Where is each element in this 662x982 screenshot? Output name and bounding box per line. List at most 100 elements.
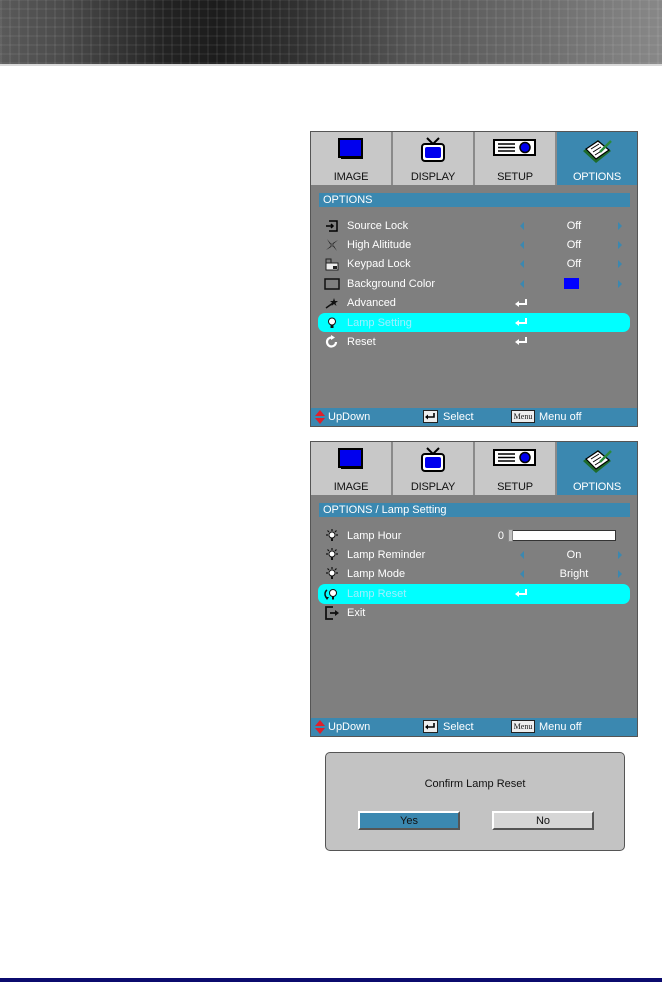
fan-icon: [324, 238, 340, 252]
menu-item-value: Off: [566, 219, 582, 232]
menu-item-label: Lamp Hour: [347, 529, 402, 542]
menu-item-high-altitude[interactable]: High Alititude Off: [318, 235, 630, 254]
menu-key-icon: Menu: [511, 410, 535, 423]
enter-icon: [514, 588, 528, 601]
menu-item-background-color[interactable]: Background Color: [318, 274, 630, 293]
tab-options[interactable]: OPTIONS: [557, 132, 637, 185]
tab-label: DISPLAY: [410, 481, 456, 493]
enter-icon: [514, 317, 528, 330]
footer-select: Select: [423, 410, 474, 423]
yes-button[interactable]: Yes: [358, 811, 460, 830]
tab-label: OPTIONS: [572, 481, 622, 493]
menu-item-keypad-lock[interactable]: Keypad Lock Off: [318, 255, 630, 274]
no-button[interactable]: No: [492, 811, 594, 830]
left-arrow-icon[interactable]: [520, 570, 524, 579]
osd-footer: UpDown Select Menu Menu off: [311, 408, 637, 426]
menu-item-label: Exit: [347, 607, 366, 620]
reset-icon: [324, 335, 340, 349]
tab-options[interactable]: OPTIONS: [557, 442, 637, 495]
tab-display[interactable]: DISPLAY: [393, 132, 475, 185]
menu-item-lamp-hour[interactable]: Lamp Hour 0: [318, 526, 630, 545]
top-banner: [0, 0, 662, 64]
menu-item-value: Off: [566, 239, 582, 252]
tab-bar: IMAGE DISPLAY SETUP OPTIONS: [311, 132, 637, 185]
banner-divider: [0, 64, 662, 66]
enter-key-icon: [423, 410, 438, 423]
breadcrumb: OPTIONS: [319, 193, 630, 207]
menu-item-value: Off: [566, 258, 582, 271]
menu-item-label: Lamp Reset: [347, 587, 407, 600]
menu-item-label: Lamp Mode: [347, 568, 406, 581]
menu-item-label: Source Lock: [347, 219, 409, 232]
notepad-pen-icon: [580, 447, 614, 480]
notepad-pen-icon: [580, 137, 614, 170]
tab-display[interactable]: DISPLAY: [393, 442, 475, 495]
background-icon: [324, 277, 340, 291]
lamp-glow-icon: [324, 528, 340, 543]
left-arrow-icon[interactable]: [520, 551, 524, 560]
tab-label: DISPLAY: [410, 171, 456, 183]
menu-item-label: Reset: [347, 336, 376, 349]
menu-item-exit[interactable]: Exit: [318, 604, 630, 623]
footer-menu-off-label: Menu off: [539, 410, 582, 423]
monitor-icon: [337, 447, 365, 476]
bottom-rule: [0, 978, 662, 982]
lamp-hour-slider[interactable]: [508, 529, 616, 542]
menu-item-lamp-setting[interactable]: Lamp Setting: [318, 312, 630, 333]
updown-arrows-icon: [315, 720, 325, 734]
menu-item-label: Advanced: [347, 297, 396, 310]
monitor-icon: [337, 137, 365, 166]
projector-icon: [493, 447, 537, 472]
menu-item-label: Keypad Lock: [347, 258, 411, 271]
footer-select-label: Select: [443, 720, 474, 733]
menu-item-label: High Alititude: [347, 239, 412, 252]
confirm-lamp-reset-dialog: Confirm Lamp Reset Yes No: [325, 752, 625, 851]
menu-item-advanced[interactable]: Advanced: [318, 294, 630, 313]
menu-item-source-lock[interactable]: Source Lock Off: [318, 216, 630, 235]
tab-label: SETUP: [497, 481, 533, 493]
right-arrow-icon[interactable]: [618, 260, 622, 269]
tab-setup[interactable]: SETUP: [475, 132, 557, 185]
menu-item-reset[interactable]: Reset: [318, 332, 630, 351]
slider-handle[interactable]: [508, 529, 513, 542]
footer-updown: UpDown: [315, 720, 370, 734]
right-arrow-icon[interactable]: [618, 279, 622, 288]
exit-icon: [324, 606, 340, 621]
lamp-hour-value: 0: [497, 529, 504, 542]
tab-label: IMAGE: [333, 481, 369, 493]
breadcrumb: OPTIONS / Lamp Setting: [319, 503, 630, 517]
right-arrow-icon[interactable]: [618, 570, 622, 579]
menu-item-value: On: [566, 549, 582, 562]
tab-image[interactable]: IMAGE: [311, 132, 393, 185]
footer-select-label: Select: [443, 410, 474, 423]
osd-menu-lamp-setting: IMAGE DISPLAY SETUP OPTIONS OPTIONS / La…: [310, 441, 638, 737]
menu-item-lamp-mode[interactable]: Lamp Mode Bright: [318, 565, 630, 584]
footer-updown-label: UpDown: [328, 721, 371, 733]
osd-menu-options: IMAGE DISPLAY SETUP OPTIONS OPTIONS Sour…: [310, 131, 638, 427]
menu-item-value: Bright: [559, 568, 589, 581]
enter-icon: [514, 336, 528, 349]
left-arrow-icon[interactable]: [520, 221, 524, 230]
menu-item-label: Lamp Reminder: [347, 549, 426, 562]
lamp-glow-icon: [324, 567, 340, 581]
tab-setup[interactable]: SETUP: [475, 442, 557, 495]
menu-item-lamp-reset[interactable]: Lamp Reset: [318, 584, 630, 604]
keypad-icon: [324, 257, 340, 271]
left-arrow-icon[interactable]: [520, 241, 524, 250]
right-arrow-icon[interactable]: [618, 551, 622, 560]
menu-list: Lamp Hour 0 Lamp Reminder On Lamp Mode B…: [311, 526, 637, 623]
left-arrow-icon[interactable]: [520, 279, 524, 288]
footer-menu-off: Menu Menu off: [511, 720, 582, 733]
tab-image[interactable]: IMAGE: [311, 442, 393, 495]
tv-icon: [419, 137, 447, 168]
menu-item-label: Lamp Setting: [347, 316, 412, 329]
footer-updown-label: UpDown: [328, 411, 371, 423]
enter-key-icon: [423, 720, 438, 733]
menu-item-lamp-reminder[interactable]: Lamp Reminder On: [318, 545, 630, 564]
right-arrow-icon[interactable]: [618, 221, 622, 230]
lamp-glow-icon: [324, 548, 340, 562]
menu-item-label: Background Color: [347, 277, 436, 290]
right-arrow-icon[interactable]: [618, 241, 622, 250]
enter-icon: [514, 298, 528, 311]
left-arrow-icon[interactable]: [520, 260, 524, 269]
